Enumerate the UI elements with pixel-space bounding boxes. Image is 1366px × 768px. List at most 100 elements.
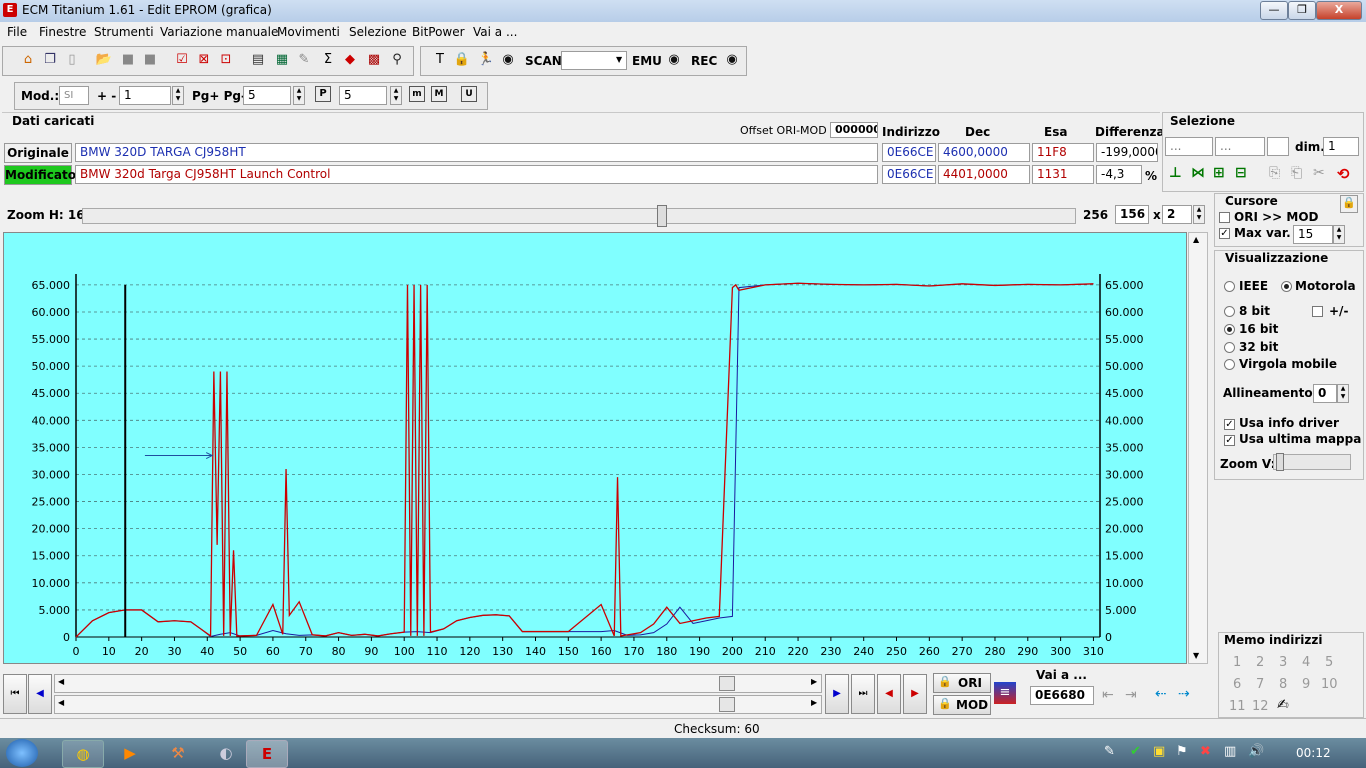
checksum-icon[interactable]: ⊠ <box>195 51 213 69</box>
memo-slot-11[interactable]: 11 <box>1229 699 1246 714</box>
offset-field[interactable]: 000000 <box>830 122 878 138</box>
top-scroll-thumb[interactable] <box>719 676 735 691</box>
p-field[interactable]: 5 <box>339 86 387 105</box>
sel-equal-icon[interactable]: ⊟ <box>1235 165 1247 181</box>
tray-alert-icon[interactable]: ✖ <box>1200 744 1211 759</box>
max-var-spinner[interactable]: ▲ ▼ <box>1333 225 1345 244</box>
last-map-checkbox[interactable]: ✓ <box>1224 435 1235 446</box>
minimize-button[interactable]: — <box>1260 1 1288 20</box>
start-button[interactable] <box>6 739 38 767</box>
zoom-h-thumb[interactable] <box>657 205 667 227</box>
memo-slot-2[interactable]: 2 <box>1256 655 1264 670</box>
tray-shield-icon[interactable]: ✔ <box>1130 744 1141 759</box>
memo-slot-5[interactable]: 5 <box>1325 655 1333 670</box>
scroll-right-icon-2[interactable]: ▶ <box>811 698 817 707</box>
tray-tool-icon[interactable]: ✎ <box>1104 744 1115 759</box>
search-binoculars-icon[interactable]: ⚲ <box>388 51 406 69</box>
zoom-height-field[interactable]: 2 <box>1162 205 1192 224</box>
step-field[interactable]: 1 <box>119 86 171 105</box>
home-icon[interactable]: ⌂ <box>19 51 37 69</box>
chevron-down-icon[interactable]: ▼ <box>616 55 622 64</box>
flag-icon[interactable]: ≡ <box>994 682 1016 704</box>
app-icon[interactable]: E <box>3 3 17 17</box>
step-spinner[interactable]: ▲ ▼ <box>172 86 184 105</box>
bottom-scrollbar[interactable]: ◀ ▶ <box>54 695 822 714</box>
align-spinner[interactable]: ▲ ▼ <box>1337 384 1349 403</box>
m-large-icon[interactable]: M <box>431 86 447 102</box>
menu-bitpower[interactable]: BitPower <box>412 25 465 39</box>
record-dot-icon[interactable]: ◉ <box>499 51 517 69</box>
motorola-radio[interactable] <box>1281 281 1292 292</box>
scroll-left-icon-2[interactable]: ◀ <box>58 698 64 707</box>
sel-reset-icon[interactable]: ⟲ <box>1337 165 1350 183</box>
memo-slot-4[interactable]: 4 <box>1302 655 1310 670</box>
scroll-left-icon[interactable]: ◀ <box>58 677 64 686</box>
zoom-v-thumb[interactable] <box>1276 453 1284 471</box>
goto-field[interactable]: 0E6680 <box>1030 686 1094 705</box>
menu-selezione[interactable]: Selezione <box>349 25 407 39</box>
tray-folder-icon[interactable]: ▣ <box>1153 744 1165 759</box>
sel-cut-icon[interactable]: ✂ <box>1313 165 1325 181</box>
arrow-right-icon[interactable]: ⇢ <box>1178 686 1190 702</box>
page-spinner[interactable]: ▲ ▼ <box>293 86 305 105</box>
u-icon[interactable]: U <box>461 86 477 102</box>
text-icon[interactable]: T <box>431 51 449 69</box>
emu-dot-icon[interactable]: ◉ <box>665 51 683 69</box>
page-field[interactable]: 5 <box>243 86 291 105</box>
sel-cross-icon[interactable]: ⋈ <box>1191 165 1205 181</box>
counter-icon[interactable]: ⊡ <box>217 51 235 69</box>
sel-paste-icon[interactable]: ⎗ <box>1291 165 1302 181</box>
memo-slot-3[interactable]: 3 <box>1279 655 1287 670</box>
app-taskbar-icon[interactable]: ◐ <box>206 740 246 766</box>
max-var-field[interactable]: 15 <box>1293 225 1333 244</box>
max-var-checkbox[interactable]: ✓ <box>1219 228 1230 239</box>
zoom-width-field[interactable]: 156 <box>1115 205 1149 224</box>
tool-taskbar-icon[interactable]: ⚒ <box>158 740 198 766</box>
cursor-lock-icon[interactable]: 🔒 <box>1340 195 1358 213</box>
scroll-up-icon[interactable]: ▲ <box>1193 235 1199 244</box>
scroll-right-icon[interactable]: ▶ <box>811 677 817 686</box>
32bit-radio[interactable] <box>1224 342 1235 353</box>
chrome-taskbar-icon[interactable]: ◍ <box>62 740 104 768</box>
calc-icon[interactable]: ▦ <box>273 51 291 69</box>
signed-checkbox[interactable] <box>1312 306 1323 317</box>
next-diff-button[interactable]: ▶ <box>903 674 927 714</box>
runner-icon[interactable]: 🏃 <box>477 51 495 69</box>
sel-left-icon[interactable]: ⊥ <box>1169 165 1182 181</box>
zoom-height-spinner[interactable]: ▲ ▼ <box>1193 205 1205 224</box>
prev-page-button[interactable]: ◀ <box>28 674 52 714</box>
prev-diff-button[interactable]: ◀ <box>877 674 901 714</box>
next-page-button[interactable]: ▶ <box>825 674 849 714</box>
graph-icon[interactable]: ▩ <box>365 51 383 69</box>
menu-strumenti[interactable]: Strumenti <box>94 25 154 39</box>
ieee-radio[interactable] <box>1224 281 1235 292</box>
mod-button[interactable]: 🔒 MOD <box>933 695 991 715</box>
first-page-button[interactable]: ⏮ <box>3 674 27 714</box>
tray-flag-icon[interactable]: ⚑ <box>1176 744 1188 759</box>
m-small-icon[interactable]: m <box>409 86 425 102</box>
selection-extra-field[interactable] <box>1267 137 1289 156</box>
windows-icon[interactable]: ❐ <box>41 51 59 69</box>
bottom-scroll-thumb[interactable] <box>719 697 735 712</box>
memo-slot-8[interactable]: 8 <box>1279 677 1287 692</box>
memo-edit-icon[interactable]: ✍ <box>1277 697 1289 713</box>
memo-slot-6[interactable]: 6 <box>1233 677 1241 692</box>
8bit-radio[interactable] <box>1224 306 1235 317</box>
menu-file[interactable]: File <box>7 25 27 39</box>
menu-finestre[interactable]: Finestre <box>39 25 86 39</box>
ori-mod-checkbox[interactable] <box>1219 212 1230 223</box>
zoom-v-slider[interactable] <box>1273 453 1351 471</box>
info-driver-checkbox[interactable]: ✓ <box>1224 419 1235 430</box>
chart-vertical-scrollbar[interactable]: ▲ ▼ <box>1188 232 1208 664</box>
sel-copy-icon[interactable]: ⎘ <box>1269 165 1280 181</box>
menu-variazione-manuale[interactable]: Variazione manuale <box>160 25 278 39</box>
save-as-icon[interactable]: ■ <box>141 51 159 69</box>
sel-plus-icon[interactable]: ⊞ <box>1213 165 1225 181</box>
rec-dot-icon[interactable]: ◉ <box>723 51 741 69</box>
top-scrollbar[interactable]: ◀ ▶ <box>54 674 822 693</box>
menu-vai-a[interactable]: Vai a ... <box>473 25 517 39</box>
edit-icon[interactable]: ✎ <box>295 51 313 69</box>
zoom-h-slider[interactable] <box>82 205 1076 227</box>
scroll-down-icon[interactable]: ▼ <box>1193 651 1199 660</box>
save-icon[interactable]: ■ <box>119 51 137 69</box>
